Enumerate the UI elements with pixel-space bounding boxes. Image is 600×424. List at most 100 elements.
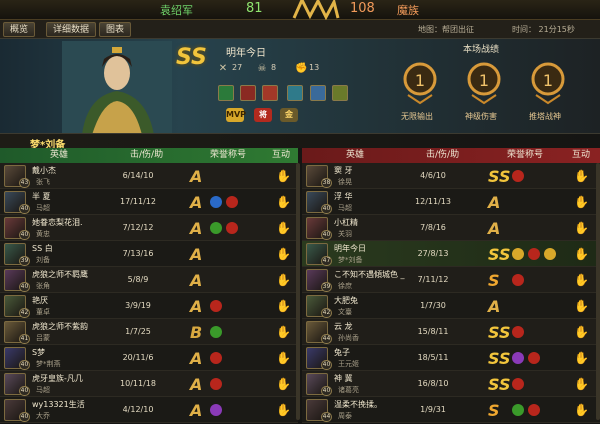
player-name[interactable]: 半 夏	[32, 191, 51, 202]
player-name[interactable]: 小杠精	[334, 217, 358, 228]
left-team-score: 81	[246, 1, 263, 16]
player-name[interactable]: 温柔不挽揉。	[334, 399, 382, 410]
like-button[interactable]: ✋	[276, 402, 291, 418]
player-row: 40 浮 华马超 12/11/13 A ✋	[302, 189, 600, 215]
rank-badge: A	[190, 245, 203, 264]
item-slot-5[interactable]	[310, 85, 326, 101]
player-kda: 7/11/12	[417, 275, 449, 284]
col-honor: 荣誉称号	[507, 150, 544, 160]
score-bar: 袁绍军 81 108 魔族	[0, 0, 600, 21]
medal-label-1: 无限输出	[401, 112, 433, 121]
hero-name: 徐晃	[338, 178, 352, 186]
player-row: 40 兔子 王元姬 18/5/11 SS ✋	[302, 345, 600, 371]
tab-chart[interactable]: 图表	[99, 22, 132, 37]
player-kda: 20/11/6	[122, 353, 154, 362]
col-interact: 互动	[572, 150, 591, 160]
player-name[interactable]: 云 龙	[334, 321, 353, 332]
player-name[interactable]: SS 白	[32, 243, 53, 254]
hero-name: 黄忠	[36, 230, 50, 238]
like-button[interactable]: ✋	[276, 298, 291, 314]
like-button[interactable]: ✋	[276, 324, 291, 340]
like-button[interactable]: ✋	[276, 376, 291, 392]
honor-icon	[512, 274, 524, 286]
like-button[interactable]: ✋	[276, 350, 291, 366]
like-button[interactable]: ✋	[574, 272, 589, 288]
hero-level: 40	[321, 360, 332, 370]
player-name[interactable]: 神 冀	[334, 373, 353, 384]
hero-level: 41	[19, 334, 30, 344]
honor-icon	[210, 352, 222, 364]
player-row: 40 虎牙皇族-凡几 马超 10/11/18 A ✋	[0, 371, 298, 397]
hero-level: 43	[19, 178, 30, 188]
item-slot-4[interactable]	[287, 85, 303, 101]
player-kda: 6/14/10	[122, 171, 154, 180]
hero-name: 吕蒙	[36, 334, 50, 342]
player-name[interactable]: 明年今日	[334, 243, 366, 254]
like-button[interactable]: ✋	[574, 350, 589, 366]
time-info: 时间： 21分15秒	[512, 25, 575, 34]
player-row: 42 大肥兔 文臺 1/7/30 A ✋	[302, 293, 600, 319]
hero-name: 文臺	[338, 308, 352, 316]
player-kda: 5/8/9	[127, 275, 149, 284]
player-kda: 12/11/13	[415, 197, 451, 206]
player-name[interactable]: 窦 牙	[334, 165, 353, 176]
player-name[interactable]: こ不知不遇傾城色 _	[334, 269, 405, 280]
hero-level: 44	[321, 412, 332, 422]
like-button[interactable]: ✋	[276, 246, 291, 262]
like-button[interactable]: ✋	[276, 194, 291, 210]
player-name[interactable]: 虎狼之师不紫韵	[32, 321, 88, 332]
like-button[interactable]: ✋	[574, 246, 589, 262]
medal-label-2: 神级伤害	[465, 112, 497, 121]
player-name[interactable]: 虎狼之师不羁鹰	[32, 269, 88, 280]
hero-name: 刘备	[36, 256, 50, 264]
player-name[interactable]: 兔子	[334, 347, 350, 358]
rank-badge: A	[190, 349, 203, 368]
col-kda: 击/伤/助	[426, 150, 460, 160]
like-button[interactable]: ✋	[574, 402, 589, 418]
svg-text:1: 1	[479, 71, 489, 90]
left-scrollbar[interactable]	[296, 163, 300, 420]
tab-overview[interactable]: 概览	[3, 22, 36, 37]
hero-level: 40	[19, 282, 30, 292]
like-button[interactable]: ✋	[276, 168, 291, 184]
player-row: 40 神 冀诸葛亮 16/8/10 SS ✋	[302, 371, 600, 397]
player-name[interactable]: 大肥兔	[334, 295, 358, 306]
item-slot-6[interactable]	[332, 85, 348, 101]
like-button[interactable]: ✋	[574, 376, 589, 392]
honor-icon	[528, 248, 540, 260]
player-name[interactable]: 戴小杰	[32, 165, 56, 176]
honor-icon	[210, 222, 222, 234]
player-row: 40 wy13321生活 大乔 4/12/10 A ✋	[0, 397, 298, 423]
player-kda: 17/11/12	[120, 197, 156, 206]
right-scrollbar[interactable]	[596, 163, 600, 420]
honor-icon	[210, 300, 222, 312]
like-button[interactable]: ✋	[574, 168, 589, 184]
player-name[interactable]: 她眷恋梨花泪.	[32, 217, 83, 228]
tab-detail-data[interactable]: 详细数据	[46, 22, 97, 37]
like-button[interactable]: ✋	[276, 220, 291, 236]
item-slot-3[interactable]	[262, 85, 278, 101]
player-name[interactable]: S梦	[32, 347, 45, 358]
honor-icon	[210, 196, 222, 208]
player-row: 39 こ不知不遇傾城色 _ 徐庶 7/11/12 S ✋	[302, 267, 600, 293]
player-name[interactable]: wy13321生活	[32, 399, 85, 410]
like-button[interactable]: ✋	[276, 272, 291, 288]
player-row: 38 窦 牙徐晃 4/6/10 SS ✋	[302, 163, 600, 189]
player-tag-bar	[0, 134, 600, 148]
item-slot-2[interactable]	[240, 85, 256, 101]
col-honor: 荣誉称号	[210, 150, 247, 160]
player-name[interactable]: 虎牙皇族-凡几	[32, 373, 83, 384]
rank-badge: A	[488, 297, 501, 316]
player-name[interactable]: 浮 华	[334, 191, 353, 202]
like-button[interactable]: ✋	[574, 220, 589, 236]
honor-icon	[512, 378, 524, 390]
player-name[interactable]: 艳厌	[32, 295, 48, 306]
hero-badge-gold: 金	[280, 108, 298, 122]
like-button[interactable]: ✋	[574, 194, 589, 210]
rank-badge: A	[488, 219, 501, 238]
player-kda: 7/13/16	[122, 249, 154, 258]
like-button[interactable]: ✋	[574, 324, 589, 340]
hero-level: 42	[19, 308, 30, 318]
like-button[interactable]: ✋	[574, 298, 589, 314]
item-slot-1[interactable]	[218, 85, 234, 101]
